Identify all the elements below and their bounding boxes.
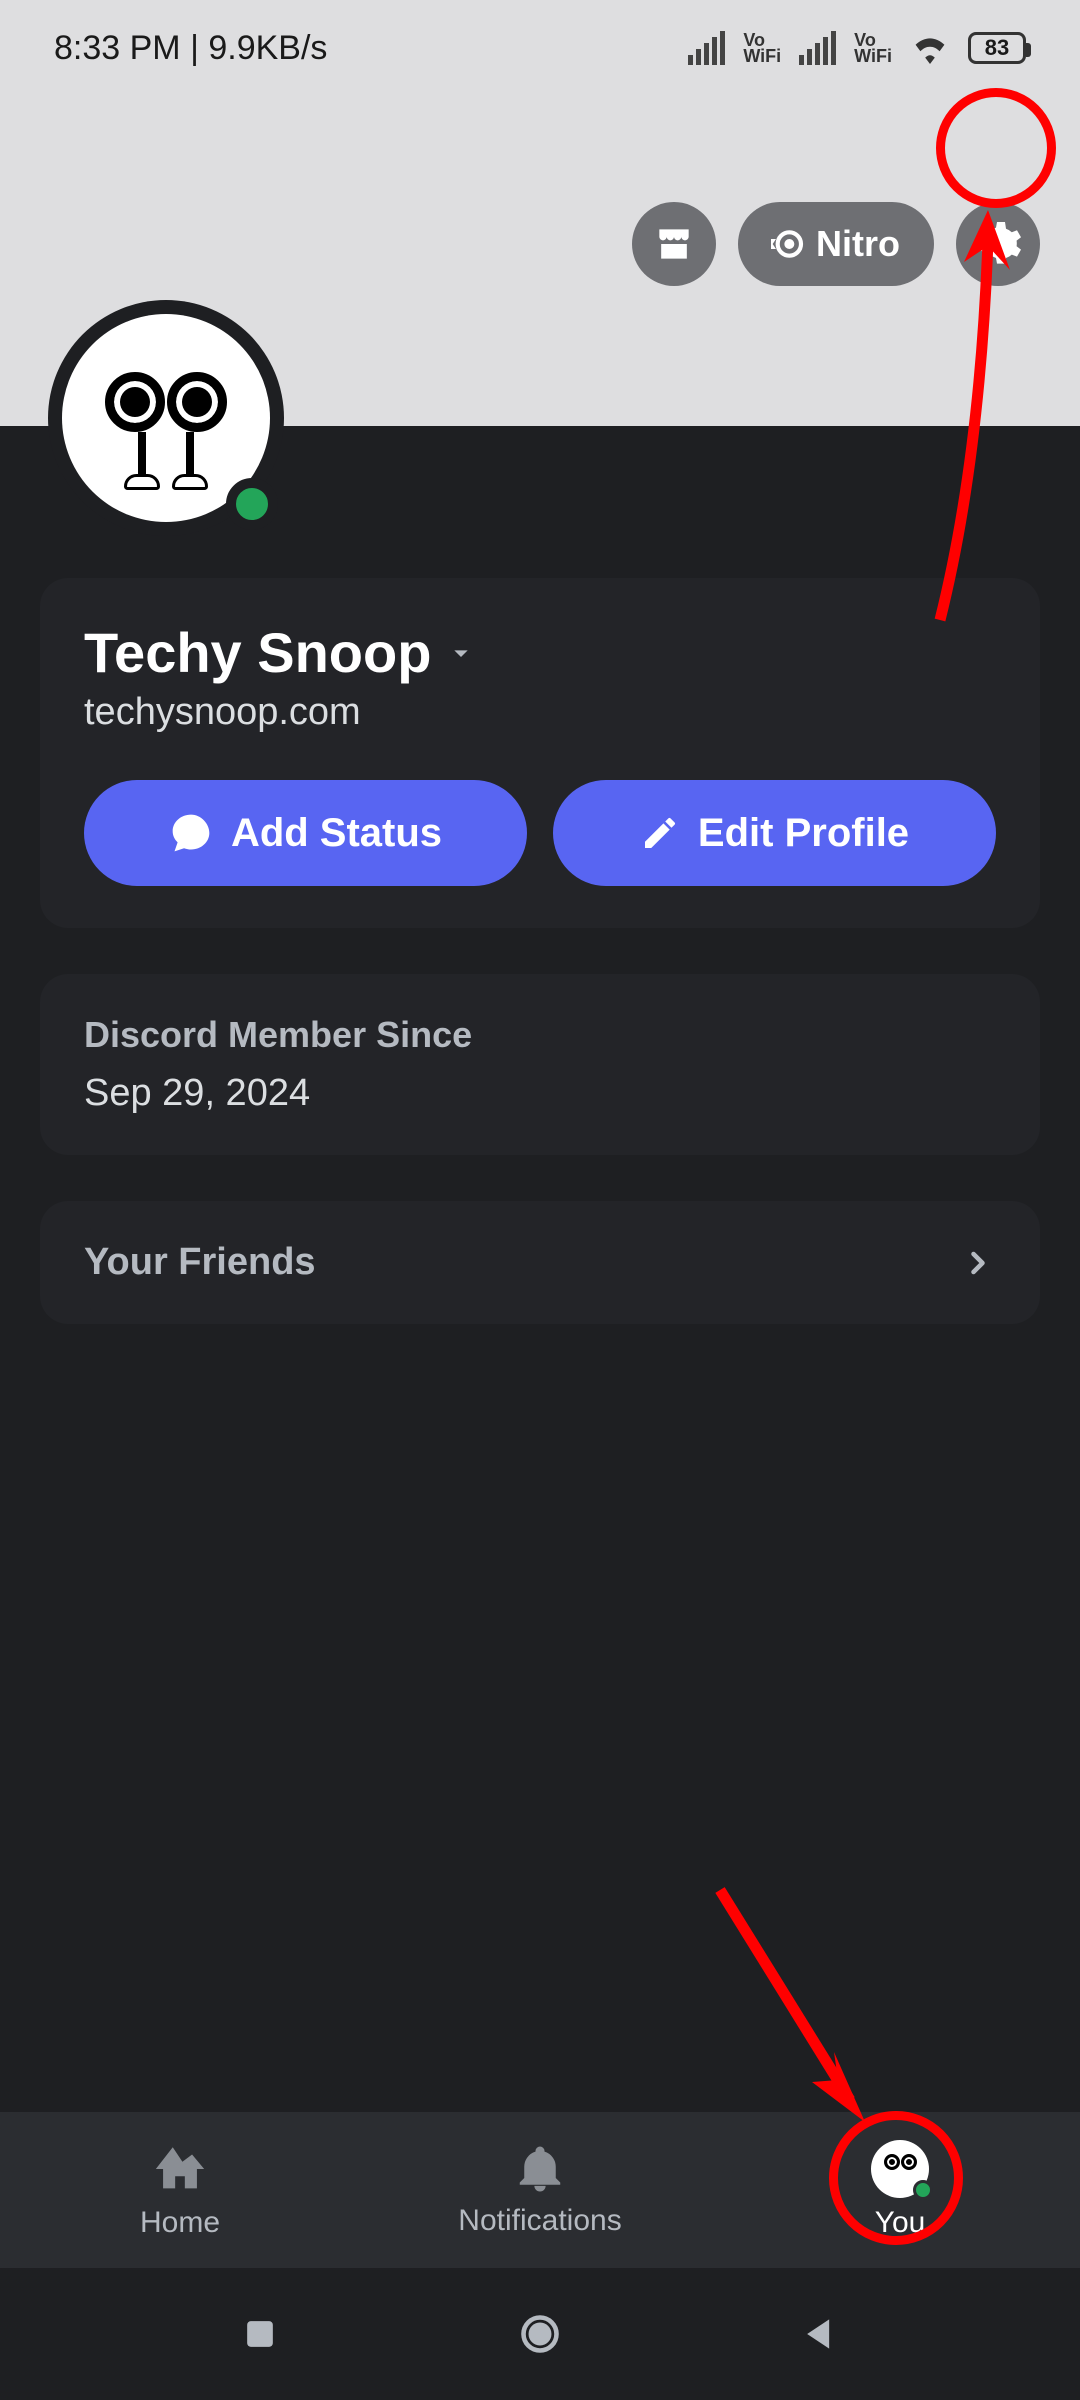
member-since-date: Sep 29, 2024 [84,1072,996,1115]
pencil-icon [640,813,680,853]
nav-avatar-icon [871,2140,929,2198]
signal-icon [799,31,836,65]
nav-you-label: You [875,2206,926,2240]
online-status-indicator [913,2180,933,2200]
status-indicators: VoWiFi VoWiFi 83 [688,31,1026,65]
chat-bubble-icon [169,811,213,855]
nav-notifications-label: Notifications [458,2204,621,2238]
member-since-title: Discord Member Since [84,1014,996,1056]
display-name-row[interactable]: Techy Snoop [84,620,996,685]
avatar[interactable] [48,300,284,536]
nav-home[interactable]: Home [0,2112,360,2268]
nav-you[interactable]: You [720,2112,1080,2268]
bell-icon [513,2142,567,2196]
status-time: 8:33 PM | 9.9KB/s [54,29,327,68]
profile-card: Techy Snoop techysnoop.com Add Status Ed… [40,578,1040,928]
signal-icon [688,31,725,65]
annotation-arrow [700,1870,890,2130]
nav-notifications[interactable]: Notifications [360,2112,720,2268]
username: techysnoop.com [84,691,996,734]
vowifi-indicator: VoWiFi [854,32,892,64]
chevron-right-icon [960,1245,996,1281]
your-friends-label: Your Friends [84,1241,316,1284]
nitro-label: Nitro [816,223,900,265]
shop-button[interactable] [632,202,716,286]
android-recents-button[interactable] [238,2312,282,2356]
nitro-button[interactable]: Nitro [738,202,934,286]
add-status-label: Add Status [231,811,442,856]
gear-icon [974,220,1022,268]
android-back-button[interactable] [798,2312,842,2356]
your-friends-row[interactable]: Your Friends [40,1201,1040,1324]
shop-icon [652,222,696,266]
edit-profile-label: Edit Profile [698,811,909,856]
home-icon [151,2140,209,2198]
display-name: Techy Snoop [84,620,431,685]
status-bar: 8:33 PM | 9.9KB/s VoWiFi VoWiFi 83 [0,0,1080,96]
wifi-icon [910,32,950,64]
android-home-button[interactable] [518,2312,562,2356]
bottom-nav: Home Notifications You [0,2112,1080,2268]
vowifi-indicator: VoWiFi [743,32,781,64]
battery-indicator: 83 [968,32,1026,64]
chevron-down-icon [445,637,477,669]
online-status-indicator [226,478,278,530]
add-status-button[interactable]: Add Status [84,780,527,886]
member-since-card: Discord Member Since Sep 29, 2024 [40,974,1040,1155]
nitro-icon [766,224,806,264]
android-nav-bar [0,2268,1080,2400]
nav-home-label: Home [140,2206,220,2240]
edit-profile-button[interactable]: Edit Profile [553,780,996,886]
settings-button[interactable] [956,202,1040,286]
